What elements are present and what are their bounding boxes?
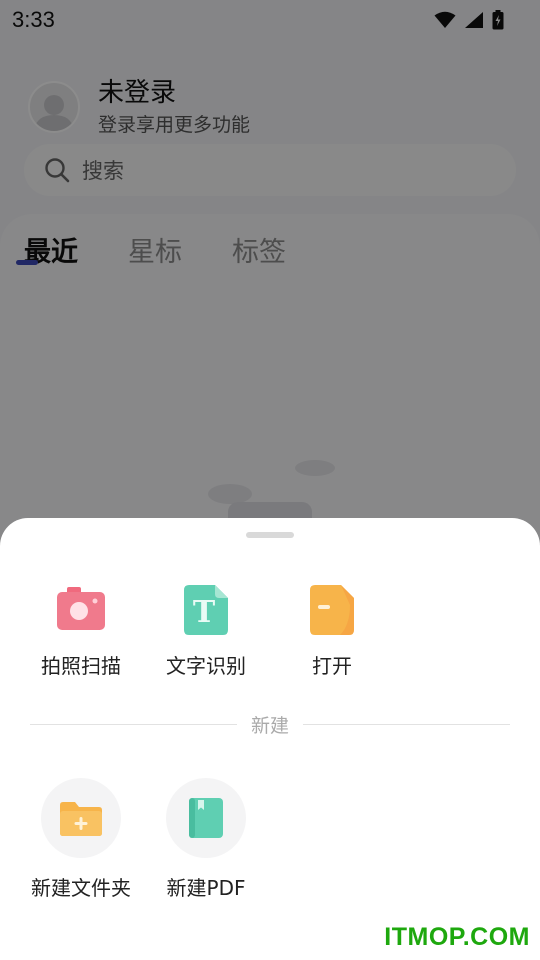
new-folder-button[interactable]: 新建文件夹 [16,778,146,901]
new-pdf-label: 新建PDF [166,876,246,900]
new-folder-label: 新建文件夹 [31,876,131,900]
new-pdf-icon [189,798,223,838]
new-section-divider: 新建 [30,712,511,737]
watermark: ITMOP.COM [384,923,530,951]
open-file-icon [304,582,360,638]
divider-line-right [303,723,511,725]
new-pdf-button[interactable]: 新建PDF [141,778,271,901]
divider-line-left [30,723,237,725]
scan-photo-button[interactable]: 拍照扫描 [21,582,141,679]
bottom-sheet: 拍照扫描 T 文字识别 打开 新建 新建文件夹 新建PDF [0,518,540,960]
open-file-label: 打开 [312,654,352,678]
text-recognition-icon: T [178,582,234,638]
open-file-button[interactable]: 打开 [272,582,392,679]
svg-text:T: T [193,595,216,630]
new-folder-icon [60,802,102,836]
new-folder-icon-circle [41,778,121,858]
new-section-label: 新建 [251,714,290,737]
scan-photo-label: 拍照扫描 [41,654,121,678]
new-pdf-icon-circle [166,778,246,858]
camera-icon [53,582,109,638]
drag-handle[interactable] [246,532,294,538]
text-recognition-button[interactable]: T 文字识别 [146,582,266,679]
text-recognition-label: 文字识别 [166,654,246,678]
